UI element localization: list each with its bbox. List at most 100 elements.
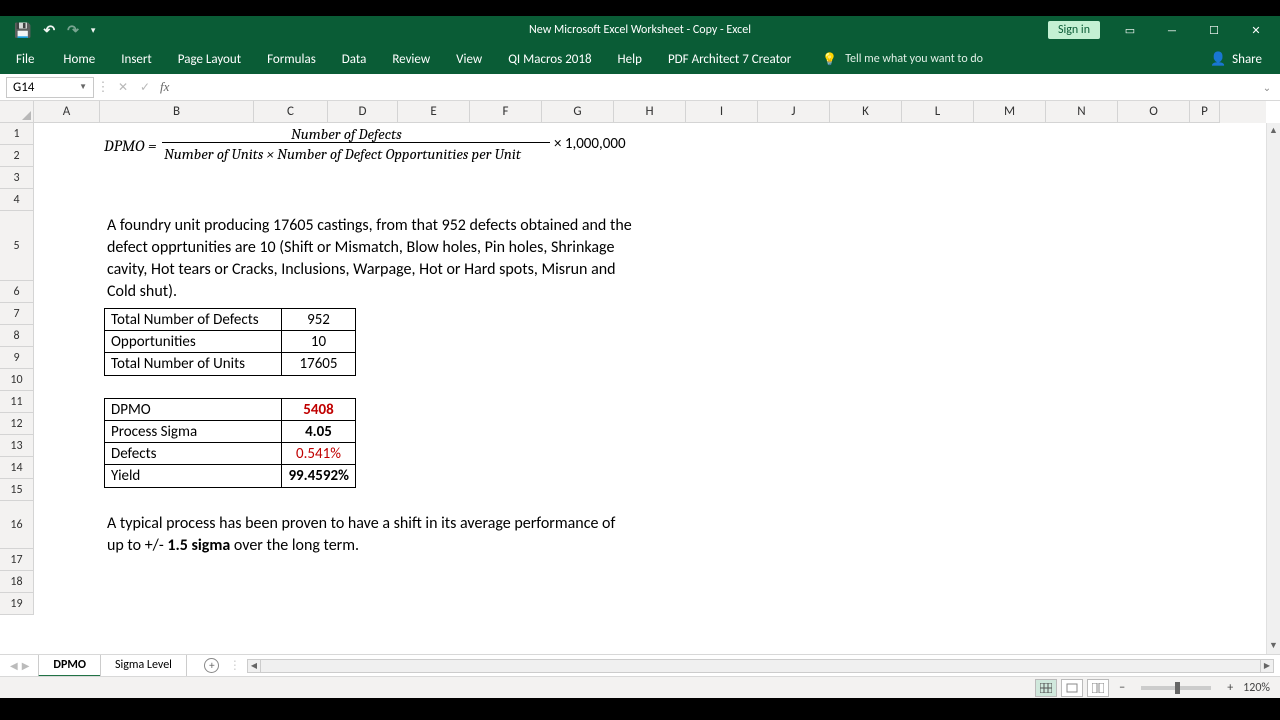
table-cell-dpmo: 5408: [282, 399, 355, 420]
name-box[interactable]: G14 ▼: [6, 77, 94, 98]
row-header[interactable]: 16: [0, 501, 34, 549]
column-header[interactable]: C: [254, 101, 328, 123]
tab-pdf-architect[interactable]: PDF Architect 7 Creator: [655, 44, 804, 74]
zoom-slider[interactable]: [1141, 686, 1211, 690]
formula-input[interactable]: [173, 77, 1258, 98]
redo-icon[interactable]: ↷: [67, 22, 79, 39]
cancel-icon[interactable]: ✕: [112, 80, 134, 95]
table-cell: 952: [282, 309, 355, 330]
row-header[interactable]: 10: [0, 369, 34, 391]
sheet-nav-next-icon[interactable]: ▶: [22, 659, 30, 672]
fx-icon[interactable]: fx: [156, 79, 173, 95]
table-cell: Defects: [105, 443, 282, 464]
column-header[interactable]: P: [1190, 101, 1220, 123]
tab-insert[interactable]: Insert: [108, 44, 165, 74]
row-header[interactable]: 3: [0, 167, 34, 189]
sign-in-button[interactable]: Sign in: [1048, 21, 1100, 39]
column-header[interactable]: F: [470, 101, 542, 123]
scroll-left-icon[interactable]: ◀: [247, 659, 261, 673]
row-header[interactable]: 18: [0, 571, 34, 593]
row-header[interactable]: 1: [0, 123, 34, 145]
row-header[interactable]: 4: [0, 189, 34, 211]
share-icon: 👤: [1210, 52, 1226, 67]
sheet-tab-dpmo[interactable]: DPMO: [38, 655, 101, 677]
paragraph-2: A typical process has been proven to hav…: [107, 513, 632, 557]
tab-page-layout[interactable]: Page Layout: [165, 44, 254, 74]
scroll-up-icon[interactable]: ▲: [1267, 123, 1280, 139]
row-header[interactable]: 11: [0, 391, 34, 413]
table-cell: Yield: [105, 465, 282, 487]
undo-icon[interactable]: ↶: [43, 22, 55, 39]
column-header[interactable]: D: [328, 101, 398, 123]
column-header[interactable]: G: [542, 101, 614, 123]
sheet-tab-sigma-level[interactable]: Sigma Level: [100, 655, 187, 677]
maximize-button[interactable]: ☐: [1194, 16, 1234, 44]
row-header[interactable]: 6: [0, 281, 34, 303]
table-cell: 10: [282, 331, 355, 352]
status-bar: − + 120%: [0, 676, 1280, 698]
row-header[interactable]: 19: [0, 593, 34, 615]
tab-formulas[interactable]: Formulas: [254, 44, 329, 74]
page-layout-view-button[interactable]: [1061, 679, 1083, 697]
chevron-down-icon[interactable]: ▼: [79, 82, 87, 92]
row-header[interactable]: 17: [0, 549, 34, 571]
column-header[interactable]: N: [1046, 101, 1118, 123]
minimize-button[interactable]: —: [1152, 16, 1192, 44]
column-header[interactable]: L: [902, 101, 974, 123]
row-header[interactable]: 12: [0, 413, 34, 435]
page-break-view-button[interactable]: [1087, 679, 1109, 697]
row-header[interactable]: 15: [0, 479, 34, 501]
row-header[interactable]: 8: [0, 325, 34, 347]
tab-view[interactable]: View: [443, 44, 495, 74]
table-cell: Process Sigma: [105, 421, 282, 442]
row-header[interactable]: 9: [0, 347, 34, 369]
new-sheet-button[interactable]: +: [201, 655, 223, 677]
select-all-button[interactable]: [0, 101, 34, 123]
column-header[interactable]: A: [34, 101, 100, 123]
formula-denominator: Number of Units × Number of Defect Oppor…: [164, 145, 521, 163]
row-header[interactable]: 5: [0, 211, 34, 281]
column-header[interactable]: E: [398, 101, 470, 123]
zoom-in-button[interactable]: +: [1221, 681, 1239, 695]
column-header[interactable]: M: [974, 101, 1046, 123]
column-header[interactable]: I: [686, 101, 758, 123]
share-button[interactable]: 👤 Share: [1210, 52, 1280, 67]
vertical-scrollbar[interactable]: ▲ ▼: [1266, 123, 1280, 654]
normal-view-button[interactable]: [1035, 679, 1057, 697]
enter-icon[interactable]: ✓: [134, 80, 156, 95]
row-header[interactable]: 13: [0, 435, 34, 457]
fraction-line: [162, 142, 550, 143]
table-cell: Total Number of Units: [105, 353, 282, 375]
expand-formula-bar-icon[interactable]: ⌄: [1258, 81, 1276, 94]
horizontal-scrollbar[interactable]: [261, 659, 1260, 673]
tab-data[interactable]: Data: [329, 44, 380, 74]
paragraph-1: A foundry unit producing 17605 castings,…: [107, 215, 637, 303]
qat-customize-icon[interactable]: ▾: [91, 25, 96, 36]
tab-qimacros[interactable]: QI Macros 2018: [495, 44, 604, 74]
column-header[interactable]: H: [614, 101, 686, 123]
row-header[interactable]: 7: [0, 303, 34, 325]
close-button[interactable]: ✕: [1236, 16, 1276, 44]
tell-me-search[interactable]: 💡 Tell me what you want to do: [804, 52, 983, 67]
scroll-down-icon[interactable]: ▼: [1267, 638, 1280, 654]
row-header[interactable]: 14: [0, 457, 34, 479]
zoom-out-button[interactable]: −: [1113, 681, 1131, 695]
tab-home[interactable]: Home: [50, 44, 108, 74]
column-header[interactable]: O: [1118, 101, 1190, 123]
save-icon[interactable]: 💾: [14, 22, 31, 39]
zoom-level[interactable]: 120%: [1243, 681, 1270, 695]
column-header[interactable]: K: [830, 101, 902, 123]
sheet-tab-bar: ◀ ▶ DPMO Sigma Level + ⋮ ◀ ▶: [0, 654, 1280, 676]
row-header[interactable]: 2: [0, 145, 34, 167]
table-cell-sigma: 4.05: [282, 421, 355, 442]
ribbon-options-icon[interactable]: ▭: [1110, 16, 1150, 44]
scroll-right-icon[interactable]: ▶: [1260, 659, 1274, 673]
column-header[interactable]: J: [758, 101, 830, 123]
tab-help[interactable]: Help: [605, 44, 655, 74]
column-header[interactable]: B: [100, 101, 254, 123]
tab-file[interactable]: File: [0, 44, 50, 74]
spreadsheet-grid[interactable]: ABCDEFGHIJKLMNOP 12345678910111213141516…: [0, 101, 1280, 654]
sheet-nav-prev-icon[interactable]: ◀: [10, 659, 18, 672]
window-title: New Microsoft Excel Worksheet - Copy - E…: [529, 23, 751, 37]
tab-review[interactable]: Review: [379, 44, 443, 74]
